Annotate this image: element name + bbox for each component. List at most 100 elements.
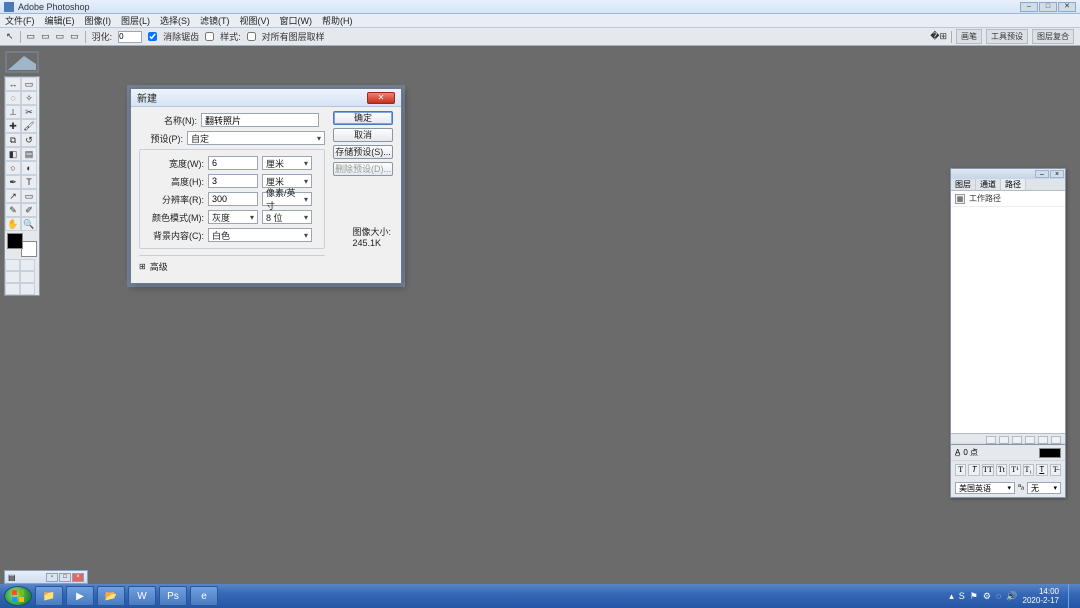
taskbar-explorer-icon[interactable]: 📁 bbox=[35, 586, 63, 606]
menu-file[interactable]: 文件(F) bbox=[0, 14, 40, 27]
strikethrough-button[interactable]: T̶ bbox=[1050, 464, 1061, 476]
smallcaps-button[interactable]: Tt bbox=[996, 464, 1007, 476]
ok-button[interactable]: 确定 bbox=[333, 111, 393, 125]
taskbar-media-icon[interactable]: ▶ bbox=[66, 586, 94, 606]
tray-ime-icon[interactable]: S bbox=[959, 591, 965, 601]
sample-all-checkbox[interactable] bbox=[247, 32, 256, 41]
resolution-input[interactable] bbox=[208, 192, 258, 206]
tray-volume-icon[interactable]: 🔊 bbox=[1006, 591, 1017, 602]
dialog-titlebar[interactable]: 新建 ✕ bbox=[131, 89, 401, 107]
faux-bold-button[interactable]: T bbox=[955, 464, 966, 476]
close-button[interactable]: ✕ bbox=[1058, 2, 1076, 12]
menu-image[interactable]: 图像(I) bbox=[80, 14, 117, 27]
stroke-path-icon[interactable] bbox=[999, 436, 1009, 444]
eyedropper-tool-icon[interactable]: ✐ bbox=[21, 203, 37, 217]
underline-button[interactable]: T bbox=[1036, 464, 1047, 476]
fill-path-icon[interactable] bbox=[986, 436, 996, 444]
height-input[interactable] bbox=[208, 174, 258, 188]
tab-channels[interactable]: 通道 bbox=[976, 179, 1001, 190]
path-row[interactable]: ▦ 工作路径 bbox=[951, 191, 1065, 207]
blur-tool-icon[interactable]: ○ bbox=[5, 161, 21, 175]
dialog-close-button[interactable]: ✕ bbox=[367, 92, 395, 104]
name-input[interactable] bbox=[201, 113, 319, 127]
quickmask-on-icon[interactable] bbox=[20, 259, 35, 271]
slice-tool-icon[interactable]: ✂ bbox=[21, 105, 37, 119]
tray-wifi-icon[interactable]: ◌ bbox=[996, 591, 1001, 601]
panel-button-history[interactable]: 画笔 bbox=[956, 29, 982, 44]
antialias-checkbox[interactable] bbox=[148, 32, 157, 41]
selection-mode-add-icon[interactable]: ▭ bbox=[41, 31, 50, 42]
tray-flag-icon[interactable]: ⚑ bbox=[970, 591, 978, 602]
width-unit-select[interactable]: 厘米 bbox=[262, 156, 312, 170]
eraser-tool-icon[interactable]: ◧ bbox=[5, 147, 21, 161]
selection-mode-subtract-icon[interactable]: ▭ bbox=[56, 31, 65, 42]
screen-full-menubar-icon[interactable] bbox=[20, 271, 35, 283]
panel-titlebar[interactable]: – × bbox=[951, 169, 1065, 179]
heal-tool-icon[interactable]: ✚ bbox=[5, 119, 21, 133]
tab-layers[interactable]: 图层 bbox=[951, 179, 976, 190]
mindoc-restore-icon[interactable]: ▫ bbox=[46, 573, 58, 582]
tray-network-icon[interactable]: ⚙ bbox=[983, 591, 991, 602]
tab-paths[interactable]: 路径 bbox=[1001, 179, 1026, 190]
menu-view[interactable]: 视图(V) bbox=[235, 14, 275, 27]
cancel-button[interactable]: 取消 bbox=[333, 128, 393, 142]
taskbar-photoshop-icon[interactable]: Ps bbox=[159, 586, 187, 606]
contiguous-checkbox[interactable] bbox=[205, 32, 214, 41]
screen-standard-icon[interactable] bbox=[5, 271, 20, 283]
screen-full-icon[interactable] bbox=[5, 283, 20, 295]
brush-tool-icon[interactable]: 🖌 bbox=[21, 119, 37, 133]
panel-button-tool-presets[interactable]: 工具预设 bbox=[986, 29, 1028, 44]
mindoc-close-icon[interactable]: × bbox=[72, 573, 84, 582]
background-color-swatch[interactable] bbox=[21, 241, 37, 257]
minimized-document[interactable]: ▤ ▫ □ × bbox=[4, 570, 88, 584]
new-path-icon[interactable] bbox=[1038, 436, 1048, 444]
selection-mode-new-icon[interactable]: ▭ bbox=[27, 31, 36, 42]
taskbar-ie-icon[interactable]: e bbox=[190, 586, 218, 606]
menu-help[interactable]: 帮助(H) bbox=[317, 14, 358, 27]
hand-tool-icon[interactable]: ✋ bbox=[5, 217, 21, 231]
color-mode-select[interactable]: 灰度 bbox=[208, 210, 258, 224]
menu-edit[interactable]: 编辑(E) bbox=[40, 14, 80, 27]
path-thumb-icon[interactable]: ▦ bbox=[955, 194, 965, 204]
lasso-tool-icon[interactable]: ◌ bbox=[5, 91, 21, 105]
workspace-switch-icon[interactable]: �⊞ bbox=[930, 31, 947, 42]
selection-mode-intersect-icon[interactable]: ▭ bbox=[70, 31, 79, 42]
jump-to-icon[interactable] bbox=[20, 283, 35, 295]
quickmask-off-icon[interactable] bbox=[5, 259, 20, 271]
wand-tool-icon[interactable]: ✧ bbox=[21, 91, 37, 105]
pen-tool-icon[interactable]: ✒ bbox=[5, 175, 21, 189]
advanced-toggle[interactable]: ⊞ 高级 bbox=[139, 255, 325, 273]
tool-indicator-icon[interactable]: ↖ bbox=[6, 31, 14, 42]
color-swatch[interactable] bbox=[7, 233, 37, 257]
width-input[interactable] bbox=[208, 156, 258, 170]
marquee-tool-icon[interactable]: ▭ bbox=[21, 77, 37, 91]
taskbar-folder-icon[interactable]: 📂 bbox=[97, 586, 125, 606]
menu-window[interactable]: 窗口(W) bbox=[275, 14, 318, 27]
faux-italic-button[interactable]: T bbox=[968, 464, 979, 476]
save-preset-button[interactable]: 存储预设(S)... bbox=[333, 145, 393, 159]
gradient-tool-icon[interactable]: ▤ bbox=[21, 147, 37, 161]
shape-tool-icon[interactable]: ▭ bbox=[21, 189, 37, 203]
allcaps-button[interactable]: TT bbox=[982, 464, 994, 476]
selection-to-path-icon[interactable] bbox=[1025, 436, 1035, 444]
menu-select[interactable]: 选择(S) bbox=[155, 14, 195, 27]
move-tool-icon[interactable]: ↔ bbox=[5, 77, 21, 91]
subscript-button[interactable]: T₁ bbox=[1023, 464, 1034, 476]
language-select[interactable]: 美国英语 bbox=[955, 482, 1015, 494]
tray-chevron-icon[interactable]: ▴ bbox=[949, 591, 954, 602]
show-desktop-button[interactable] bbox=[1068, 584, 1076, 608]
bit-depth-select[interactable]: 8 位 bbox=[262, 210, 312, 224]
path-to-selection-icon[interactable] bbox=[1012, 436, 1022, 444]
maximize-button[interactable]: □ bbox=[1039, 2, 1057, 12]
crop-tool-icon[interactable]: ⟂ bbox=[5, 105, 21, 119]
dodge-tool-icon[interactable]: ◐ bbox=[21, 161, 37, 175]
start-button[interactable] bbox=[4, 586, 32, 606]
text-color-swatch[interactable] bbox=[1039, 448, 1061, 458]
menu-filter[interactable]: 滤镜(T) bbox=[195, 14, 235, 27]
stamp-tool-icon[interactable]: ⧉ bbox=[5, 133, 21, 147]
panel-minimize-icon[interactable]: – bbox=[1035, 170, 1049, 178]
underline-offset-icon[interactable]: A̲ bbox=[955, 448, 960, 457]
background-select[interactable]: 白色 bbox=[208, 228, 312, 242]
menu-layer[interactable]: 图层(L) bbox=[116, 14, 155, 27]
zoom-tool-icon[interactable]: 🔍 bbox=[21, 217, 37, 231]
